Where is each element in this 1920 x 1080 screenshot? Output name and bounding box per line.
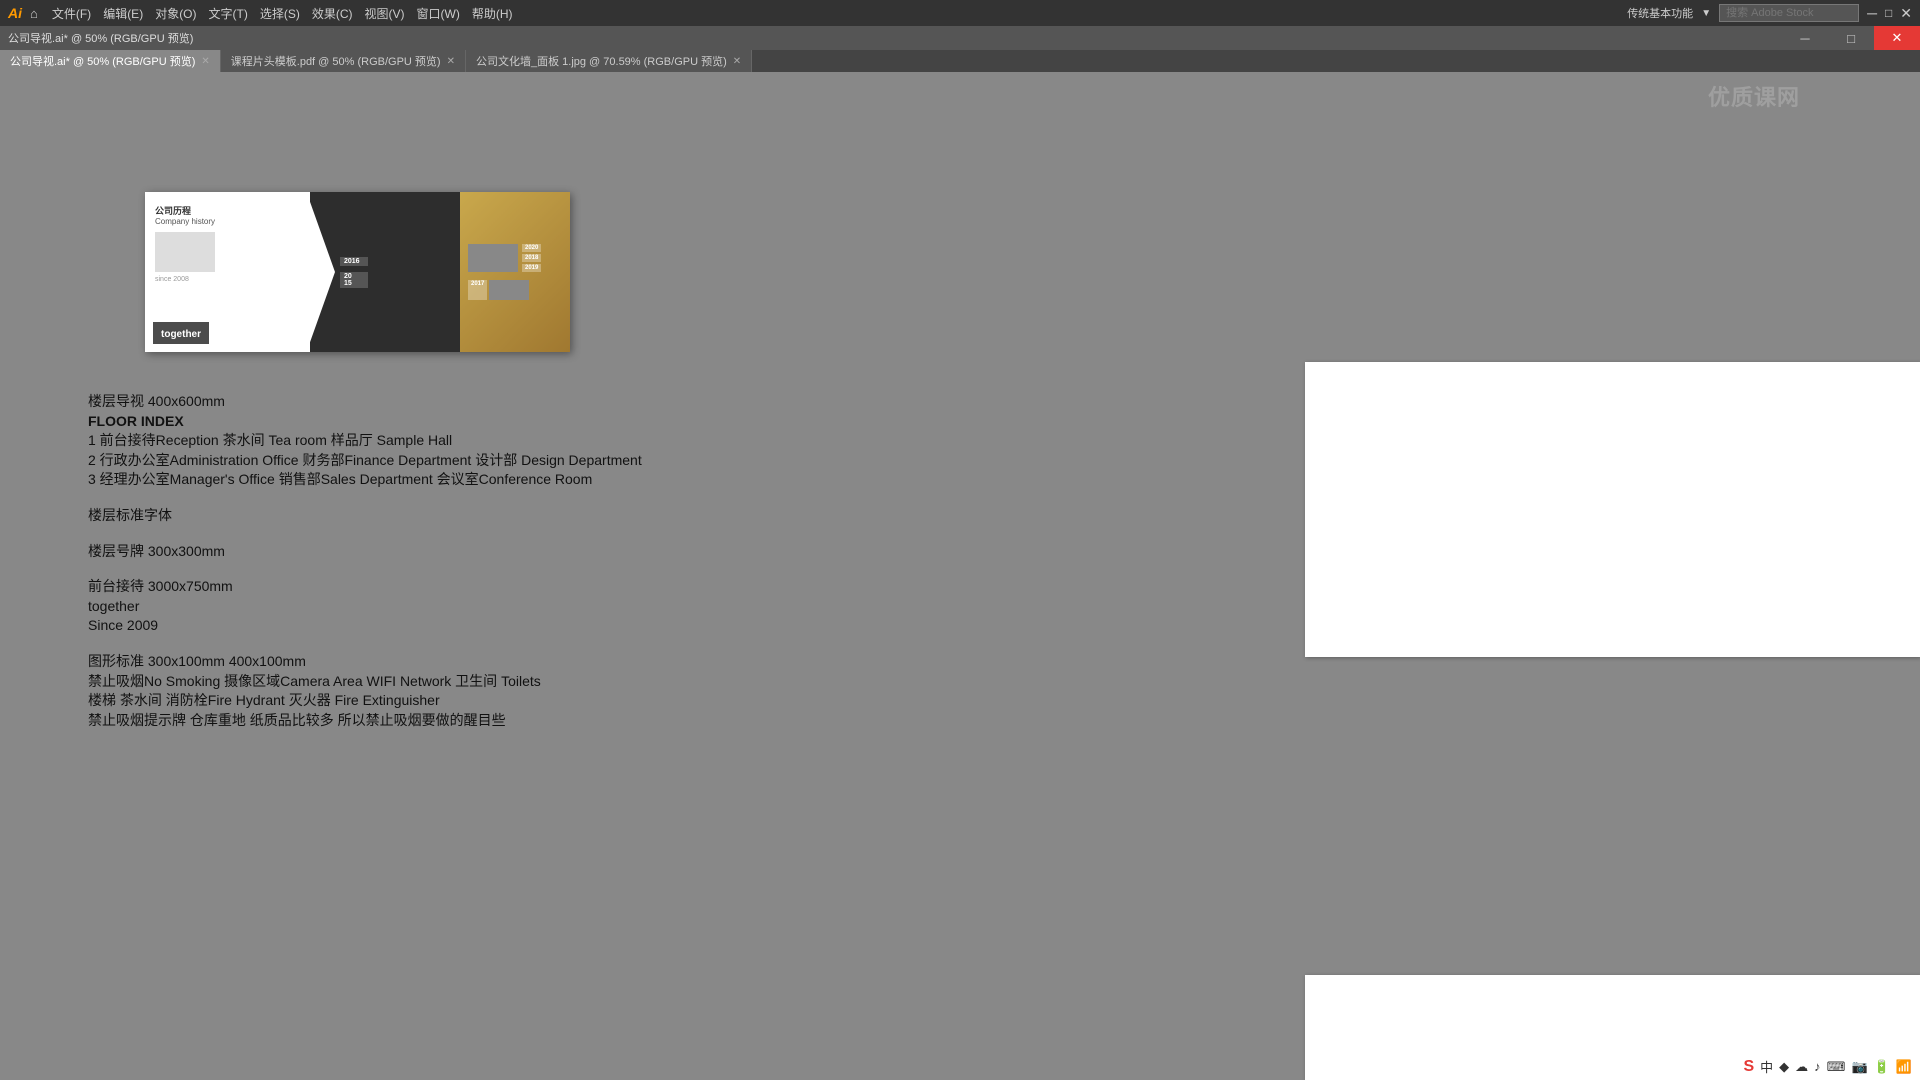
preview-year-2019: 2019 — [522, 264, 541, 272]
document-preview: 公司历程 Company history since 2008 2016 201… — [145, 192, 570, 352]
network-icon: 📶 — [1896, 1059, 1912, 1075]
section-reception: 前台接待 3000x750mm together Since 2009 — [88, 577, 642, 636]
section-floor-index: 楼层导视 400x600mm FLOOR INDEX 1 前台接待Recepti… — [88, 392, 642, 490]
preview-since: since 2008 — [155, 276, 325, 283]
preview-title-en: Company history — [155, 217, 325, 226]
battery-icon: 🔋 — [1874, 1059, 1890, 1075]
window-minimize-icon[interactable]: ─ — [1867, 5, 1877, 21]
menu-edit[interactable]: 编辑(E) — [97, 3, 149, 24]
preview-gold-row2: 2017 — [468, 280, 562, 300]
main-text-area: 楼层导视 400x600mm FLOOR INDEX 1 前台接待Recepti… — [88, 392, 642, 746]
camera-icon: 📷 — [1851, 1059, 1867, 1075]
doc-minimize-button[interactable]: ─ — [1782, 26, 1828, 50]
doc-restore-button[interactable]: □ — [1828, 26, 1874, 50]
preview-year-2018: 2018 — [522, 254, 541, 262]
tab-close-2[interactable]: ✕ — [447, 56, 455, 67]
system-tray: S 中 ◆ ☁ ♪ ⌨ 📷 🔋 📶 — [1743, 1057, 1912, 1076]
menu-help[interactable]: 帮助(H) — [466, 3, 519, 24]
preview-together-text: together — [161, 329, 201, 340]
window-restore-icon[interactable]: □ — [1885, 6, 1892, 20]
reception-size: 前台接待 3000x750mm — [88, 577, 642, 597]
preview-year-2020: 2020 — [522, 244, 541, 252]
preview-photo-top — [468, 244, 518, 272]
reception-together: together — [88, 597, 642, 617]
tab-wenhua[interactable]: 公司文化墙_面板 1.jpg @ 70.59% (RGB/GPU 预览) ✕ — [466, 50, 752, 72]
menu-effect[interactable]: 效果(C) — [306, 3, 359, 24]
preview-year-2017: 2017 — [468, 280, 487, 300]
adobe-stock-search[interactable] — [1719, 4, 1859, 22]
menu-window[interactable]: 窗口(W) — [411, 3, 466, 24]
preview-inner: 公司历程 Company history since 2008 2016 201… — [145, 192, 570, 352]
preview-year-2016: 2016 — [340, 257, 368, 266]
white-panel-lower: S 中 ◆ ☁ ♪ ⌨ 📷 🔋 📶 — [1305, 975, 1920, 1080]
menu-bar-right: 传统基本功能 ▼ ─ □ ✕ — [1627, 4, 1912, 22]
floor-index-en: FLOOR INDEX — [88, 412, 642, 432]
menu-bar-left: Ai ⌂ 文件(F) 编辑(E) 对象(O) 文字(T) 选择(S) 效果(C)… — [8, 3, 519, 24]
graphics-note: 禁止吸烟提示牌 仓库重地 纸质品比较多 所以禁止吸烟要做的醒目些 — [88, 711, 642, 731]
input-method-icon[interactable]: 中 — [1760, 1057, 1773, 1076]
graphics-size: 图形标准 300x100mm 400x100mm — [88, 652, 642, 672]
section-floor-sign: 楼层号牌 300x300mm — [88, 542, 642, 562]
section-font: 楼层标准字体 — [88, 506, 642, 526]
preview-year-2015: 2015 — [340, 272, 368, 288]
workspace-label: 传统基本功能 — [1627, 5, 1693, 21]
tab-label-2: 课程片头模板.pdf @ 50% (RGB/GPU 预览) — [231, 53, 441, 69]
menu-bar: Ai ⌂ 文件(F) 编辑(E) 对象(O) 文字(T) 选择(S) 效果(C)… — [0, 0, 1920, 26]
menu-text[interactable]: 文字(T) — [203, 3, 254, 24]
preview-years-right: 2020 2018 2019 — [522, 244, 541, 272]
document-tab-bar: 公司导视.ai* @ 50% (RGB/GPU 预览) ✕ 课程片头模板.pdf… — [0, 50, 1920, 72]
standard-font: 楼层标准字体 — [88, 506, 642, 526]
diamond-icon: ◆ — [1779, 1059, 1789, 1075]
floor-index-2: 2 行政办公室Administration Office 财务部Finance … — [88, 451, 642, 471]
preview-photo-bottom — [489, 280, 529, 300]
home-icon[interactable]: ⌂ — [30, 6, 38, 21]
mic-icon[interactable]: ♪ — [1814, 1059, 1821, 1074]
document-title: 公司导视.ai* @ 50% (RGB/GPU 预览) — [8, 30, 193, 46]
watermark: 优质课网 — [1708, 80, 1800, 112]
floor-index-title: 楼层导视 400x600mm — [88, 392, 642, 412]
menu-select[interactable]: 选择(S) — [254, 3, 306, 24]
menu-object[interactable]: 对象(O) — [149, 3, 202, 24]
canvas-area: 优质课网 公司历程 Company history since 2008 201… — [0, 72, 1920, 1080]
tab-close-3[interactable]: ✕ — [733, 56, 741, 67]
floor-index-3: 3 经理办公室Manager's Office 销售部Sales Departm… — [88, 470, 642, 490]
preview-photo1 — [155, 232, 215, 272]
reception-since: Since 2009 — [88, 616, 642, 636]
floor-sign-size: 楼层号牌 300x300mm — [88, 542, 642, 562]
sougou-icon[interactable]: S — [1743, 1058, 1754, 1076]
menu-file[interactable]: 文件(F) — [46, 3, 97, 24]
cloud-icon[interactable]: ☁ — [1795, 1059, 1808, 1075]
tab-label-1: 公司导视.ai* @ 50% (RGB/GPU 预览) — [10, 53, 195, 69]
window-close-icon[interactable]: ✕ — [1900, 5, 1912, 22]
preview-gold-row1: 2020 2018 2019 — [468, 244, 562, 272]
preview-title-cn: 公司历程 — [155, 204, 325, 217]
section-graphics: 图形标准 300x100mm 400x100mm 禁止吸烟No Smoking … — [88, 652, 642, 730]
chevron-down-icon[interactable]: ▼ — [1701, 8, 1711, 19]
doc-close-button[interactable]: ✕ — [1874, 26, 1920, 50]
preview-gold-section: 2020 2018 2019 2017 — [460, 192, 570, 352]
tab-gongsi-daoshi[interactable]: 公司导视.ai* @ 50% (RGB/GPU 预览) ✕ — [0, 50, 221, 72]
graphics-items: 楼梯 茶水间 消防栓Fire Hydrant 灭火器 Fire Extingui… — [88, 691, 642, 711]
tab-kecheng[interactable]: 课程片头模板.pdf @ 50% (RGB/GPU 预览) ✕ — [221, 50, 466, 72]
tab-close-1[interactable]: ✕ — [201, 56, 209, 67]
menu-view[interactable]: 视图(V) — [359, 3, 411, 24]
graphics-signs: 禁止吸烟No Smoking 摄像区域Camera Area WIFI Netw… — [88, 672, 642, 692]
white-panel-upper — [1305, 362, 1920, 657]
tab-label-3: 公司文化墙_面板 1.jpg @ 70.59% (RGB/GPU 预览) — [476, 53, 727, 69]
preview-together-label: together — [153, 322, 209, 344]
preview-gold-content: 2020 2018 2019 2017 — [460, 192, 570, 352]
ai-logo: Ai — [8, 5, 22, 21]
preview-left-content: 公司历程 Company history since 2008 — [145, 192, 335, 295]
floor-index-1: 1 前台接待Reception 茶水间 Tea room 样品厅 Sample … — [88, 431, 642, 451]
title-bar: 公司导视.ai* @ 50% (RGB/GPU 预览) ─ □ ✕ — [0, 26, 1920, 50]
keyboard-icon[interactable]: ⌨ — [1827, 1059, 1846, 1075]
title-controls: ─ □ ✕ — [1782, 26, 1920, 50]
